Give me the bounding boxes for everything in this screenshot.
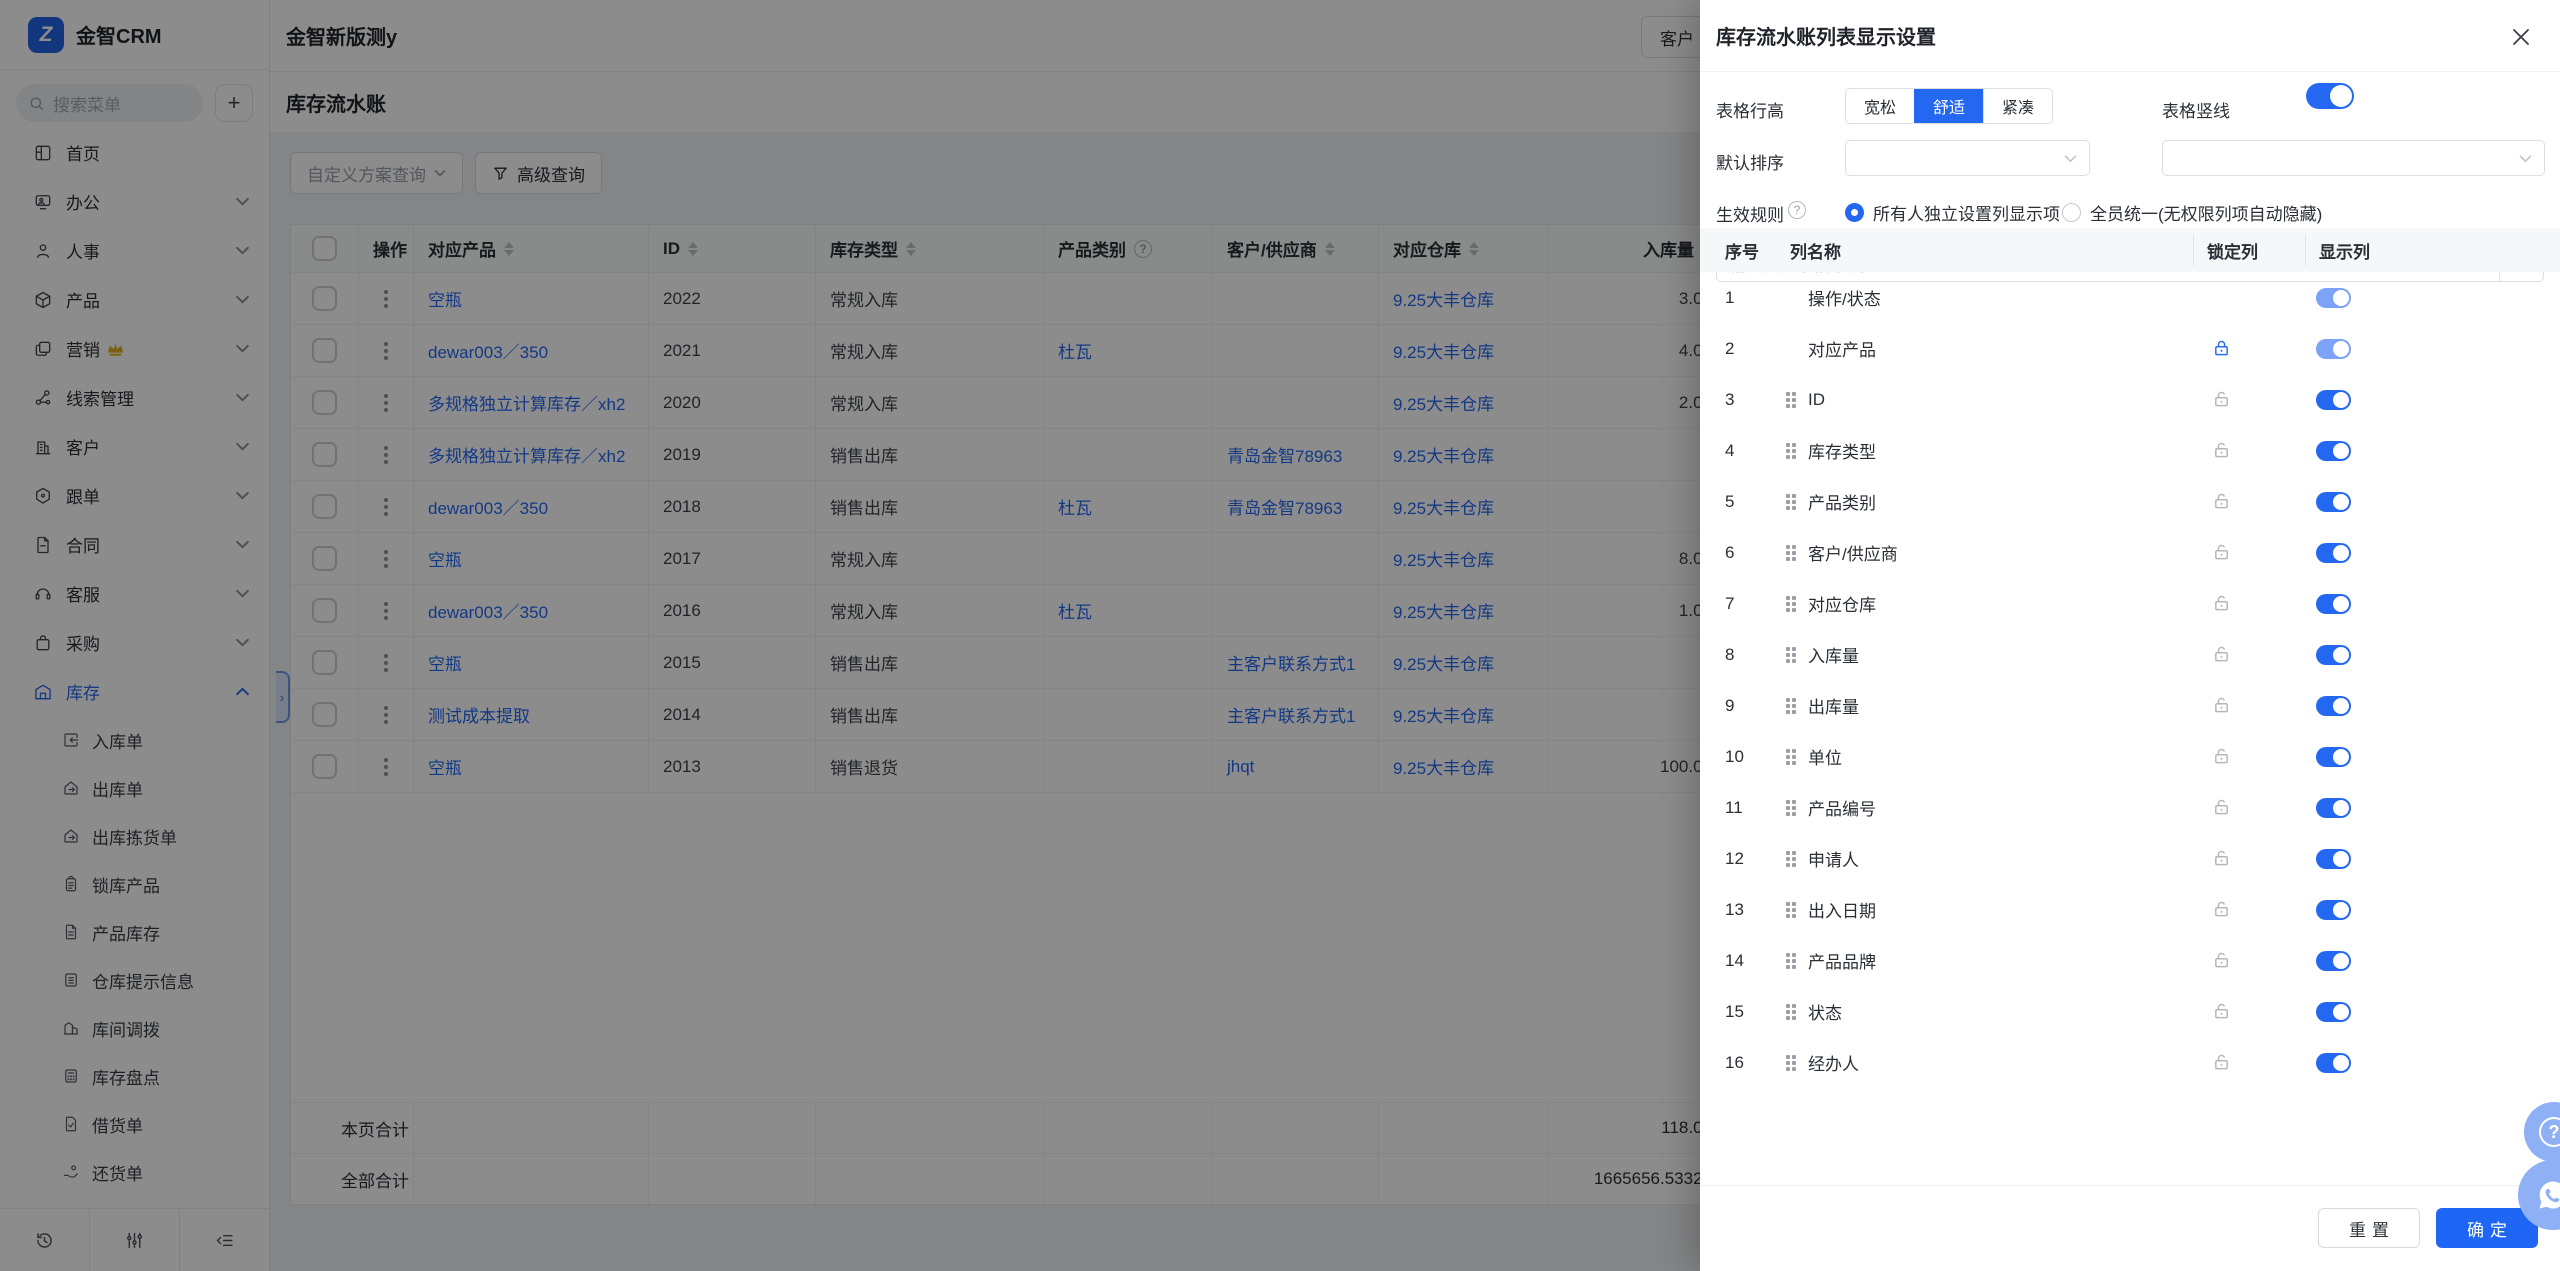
rule-radio-unified[interactable]: 全员统一(无权限列项自动隐藏) <box>2062 200 2322 225</box>
row-height-option-紧凑[interactable]: 紧凑 <box>1983 89 2053 123</box>
column-visibility-toggle[interactable] <box>2316 593 2351 614</box>
column-visibility-toggle[interactable] <box>2316 899 2351 920</box>
column-visibility-toggle[interactable] <box>2316 746 2351 767</box>
lock-open-icon[interactable] <box>2210 440 2232 461</box>
column-visibility-toggle <box>2316 287 2351 308</box>
radio-unselected-icon <box>2062 203 2081 222</box>
modal-footer: 重置 确定 <box>1700 1185 2560 1271</box>
help-icon: ? <box>1788 201 1806 219</box>
header-visible: 显示列 <box>2319 242 2370 262</box>
column-visibility-toggle[interactable] <box>2316 542 2351 563</box>
drag-handle-icon[interactable] <box>1786 646 1796 663</box>
column-setting-row: 1 操作/状态 <box>1700 272 2560 323</box>
rule-radio-individual[interactable]: 所有人独立设置列显示项 <box>1845 200 2060 225</box>
column-setting-row: 9 出库量 <box>1700 680 2560 731</box>
column-visibility-toggle[interactable] <box>2316 389 2351 410</box>
row-height-label: 表格行高 <box>1716 102 1784 121</box>
lock-open-icon[interactable] <box>2210 593 2232 614</box>
column-setting-row: 8 入库量 <box>1700 629 2560 680</box>
column-settings-modal: 库存流水账列表显示设置 表格行高 宽松 舒适 紧凑 表格竖线 默认排序 生效规则 ?… <box>1700 0 2560 1271</box>
column-setting-row: 12 申请人 <box>1700 833 2560 884</box>
lock-open-icon[interactable] <box>2210 644 2232 665</box>
lock-open-icon[interactable] <box>2210 542 2232 563</box>
reset-button[interactable]: 重置 <box>2318 1208 2420 1248</box>
column-visibility-toggle[interactable] <box>2316 848 2351 869</box>
column-setting-row: 5 产品类别 <box>1700 476 2560 527</box>
lock-open-icon[interactable] <box>2210 899 2232 920</box>
radio-selected-icon <box>1845 203 1864 222</box>
row-height-option-宽松[interactable]: 宽松 <box>1846 89 1915 123</box>
lock-closed-icon[interactable] <box>2210 338 2232 359</box>
column-setting-row: 13 出入日期 <box>1700 884 2560 935</box>
column-visibility-toggle[interactable] <box>2316 1052 2351 1073</box>
app-root: Z 金智CRM 搜索菜单 + 首页 办公 人事 产品 营销 线索管理 客户 跟单 合同 客服 采购库… <box>0 0 2560 1271</box>
column-setting-row: 7 对应仓库 <box>1700 578 2560 629</box>
chat-phone-icon <box>2536 1178 2560 1212</box>
column-list-header: 序号 列名称 锁定列 显示列 <box>1700 228 2560 272</box>
drag-handle-icon[interactable] <box>1786 850 1796 867</box>
drag-handle-icon[interactable] <box>1786 391 1796 408</box>
drag-handle-icon[interactable] <box>1786 697 1796 714</box>
drag-handle-icon[interactable] <box>1786 442 1796 459</box>
drag-handle-icon[interactable] <box>1786 748 1796 765</box>
default-sort-label: 默认排序 <box>1716 154 1784 173</box>
drag-handle-icon[interactable] <box>1786 1054 1796 1071</box>
drag-handle-icon[interactable] <box>1786 952 1796 969</box>
column-visibility-toggle[interactable] <box>2316 491 2351 512</box>
sort-direction-select[interactable] <box>2162 140 2545 176</box>
lock-open-icon[interactable] <box>2210 695 2232 716</box>
lock-open-icon[interactable] <box>2210 1001 2232 1022</box>
drag-handle-icon[interactable] <box>1786 595 1796 612</box>
row-height-option-舒适[interactable]: 舒适 <box>1914 89 1984 123</box>
lock-open-icon[interactable] <box>2210 746 2232 767</box>
lock-open-icon[interactable] <box>2210 389 2232 410</box>
column-visibility-toggle[interactable] <box>2316 644 2351 665</box>
header-locked: 锁定列 <box>2207 242 2258 262</box>
drag-handle-icon[interactable] <box>1786 493 1796 510</box>
lock-open-icon[interactable] <box>2210 848 2232 869</box>
column-setting-row: 11 产品编号 <box>1700 782 2560 833</box>
column-visibility-toggle[interactable] <box>2316 1001 2351 1022</box>
column-visibility-toggle[interactable] <box>2316 440 2351 461</box>
column-visibility-toggle <box>2316 338 2351 359</box>
effective-rule-label: 生效规则 <box>1716 206 1784 225</box>
row-height-segmented-control: 宽松 舒适 紧凑 <box>1845 88 2054 124</box>
close-icon[interactable] <box>2508 24 2534 50</box>
column-visibility-toggle[interactable] <box>2316 797 2351 818</box>
column-visibility-toggle[interactable] <box>2316 695 2351 716</box>
lock-open-icon[interactable] <box>2210 797 2232 818</box>
column-visibility-toggle[interactable] <box>2316 950 2351 971</box>
vertical-line-toggle[interactable] <box>2306 83 2354 109</box>
vertical-line-label: 表格竖线 <box>2162 102 2230 121</box>
lock-open-icon[interactable] <box>2210 950 2232 971</box>
lock-open-icon[interactable] <box>2210 491 2232 512</box>
sort-field-select[interactable] <box>1845 140 2090 176</box>
column-setting-row: 4 库存类型 <box>1700 425 2560 476</box>
drag-handle-icon[interactable] <box>1786 799 1796 816</box>
column-setting-row: 10 单位 <box>1700 731 2560 782</box>
column-settings-list: 1 操作/状态 2 对应产品 3 ID 4 库存类型 5 产品类别 6 客户/供应商 7 对应仓库 8 入库量… <box>1700 272 2560 1088</box>
column-setting-row: 3 ID <box>1700 374 2560 425</box>
header-column-name: 列名称 <box>1790 242 1841 262</box>
drag-handle-icon[interactable] <box>1786 1003 1796 1020</box>
lock-open-icon[interactable] <box>2210 1052 2232 1073</box>
column-setting-row: 16 经办人 <box>1700 1037 2560 1088</box>
drag-handle-icon[interactable] <box>1786 544 1796 561</box>
modal-title: 库存流水账列表显示设置 <box>1716 27 1936 49</box>
column-setting-row: 15 状态 <box>1700 986 2560 1037</box>
column-setting-row: 14 产品品牌 <box>1700 935 2560 986</box>
column-setting-row: 2 对应产品 <box>1700 323 2560 374</box>
drag-handle-icon[interactable] <box>1786 901 1796 918</box>
column-setting-row: 6 客户/供应商 <box>1700 527 2560 578</box>
header-seq: 序号 <box>1725 242 1759 262</box>
